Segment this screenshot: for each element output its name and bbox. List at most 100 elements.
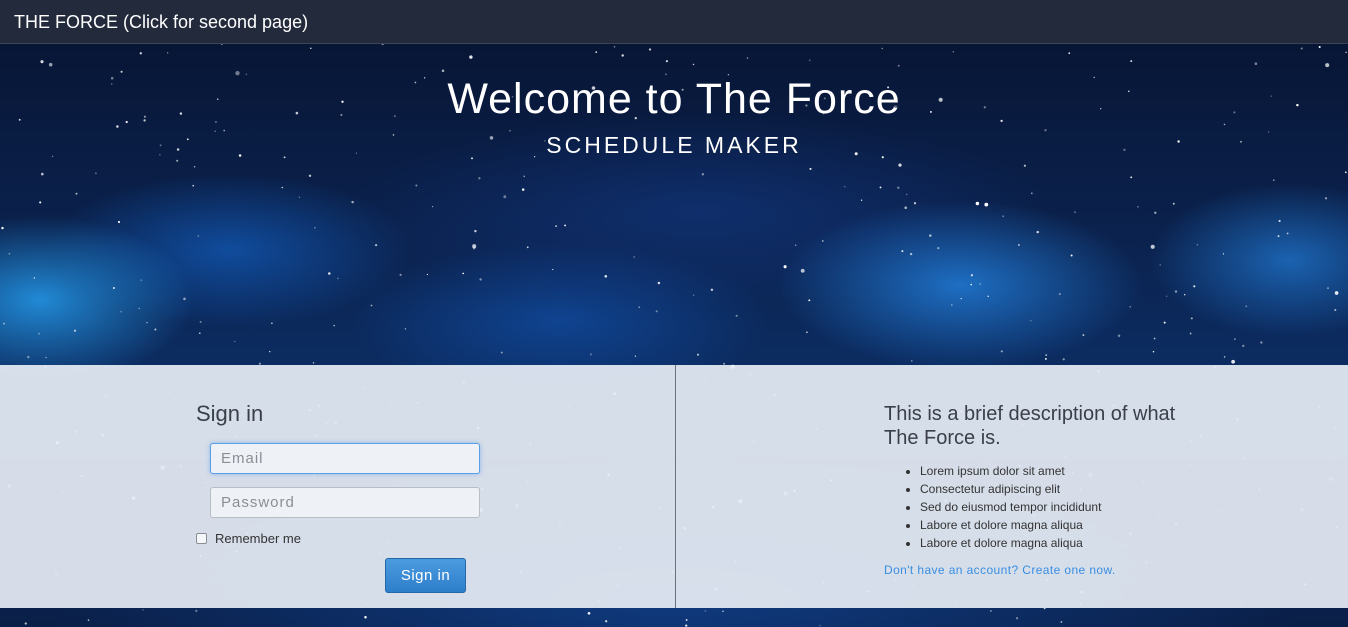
list-item: Labore et dolore magna aliqua <box>920 516 1101 534</box>
star <box>1163 321 1166 324</box>
star <box>621 54 624 57</box>
star <box>901 250 904 253</box>
star <box>281 186 284 189</box>
star <box>195 609 198 613</box>
star <box>1334 291 1339 295</box>
star <box>269 350 271 353</box>
star <box>370 304 373 307</box>
star <box>1060 620 1063 623</box>
star <box>805 331 808 334</box>
star <box>404 328 407 330</box>
star <box>432 206 434 208</box>
star <box>308 174 312 178</box>
star <box>374 243 378 247</box>
star <box>1286 232 1289 235</box>
star <box>1324 197 1328 200</box>
description-list: Lorem ipsum dolor sit amet Consectetur a… <box>884 462 1101 552</box>
star <box>911 360 913 362</box>
star <box>795 244 797 246</box>
star <box>905 193 908 196</box>
star <box>1234 338 1236 340</box>
star <box>75 192 78 195</box>
star <box>929 234 932 237</box>
star <box>1223 356 1226 358</box>
star <box>1129 306 1131 308</box>
star <box>146 322 148 324</box>
star <box>970 274 974 277</box>
star <box>1174 290 1178 293</box>
star <box>138 307 140 310</box>
star <box>167 52 169 54</box>
star <box>1030 192 1033 195</box>
star <box>462 272 465 275</box>
create-account-link[interactable]: Don't have an account? Create one now. <box>884 563 1116 577</box>
list-item: Lorem ipsum dolor sit amet <box>920 462 1101 480</box>
star <box>897 186 900 189</box>
star <box>3 322 6 325</box>
navbar: THE FORCE (Click for second page) <box>0 0 1348 44</box>
star <box>960 297 962 300</box>
star <box>139 52 142 55</box>
remember-me[interactable]: Remember me <box>196 531 301 546</box>
star <box>1345 51 1347 54</box>
star <box>364 615 367 619</box>
star <box>472 244 477 249</box>
star <box>120 70 123 73</box>
signin-button[interactable]: Sign in <box>385 558 466 593</box>
star <box>970 283 972 286</box>
star <box>1062 358 1065 361</box>
star <box>1166 295 1168 297</box>
list-item: Sed do eiusmod tempor incididunt <box>920 498 1101 516</box>
star <box>1070 254 1073 257</box>
star <box>605 620 608 623</box>
star <box>655 310 658 313</box>
star <box>314 227 316 229</box>
email-input[interactable] <box>210 443 480 474</box>
star <box>48 62 53 67</box>
star <box>665 60 668 63</box>
star <box>521 188 525 191</box>
brand-link[interactable]: THE FORCE (Click for second page) <box>14 11 308 33</box>
password-input[interactable] <box>210 487 480 518</box>
hero-title: Welcome to The Force <box>447 75 901 123</box>
star <box>722 610 724 613</box>
star <box>648 48 652 51</box>
star <box>41 172 44 176</box>
star <box>1045 354 1048 356</box>
star <box>950 304 953 306</box>
star <box>613 45 616 48</box>
star <box>221 43 223 46</box>
star <box>1172 202 1175 205</box>
star <box>328 272 331 275</box>
star <box>1153 337 1156 340</box>
star <box>87 619 90 621</box>
star <box>552 268 554 271</box>
star <box>1318 45 1321 49</box>
star <box>271 322 273 325</box>
remember-checkbox[interactable] <box>196 533 207 544</box>
star <box>808 299 811 302</box>
star <box>176 159 179 162</box>
star <box>39 201 42 204</box>
description-title: This is a brief description of what The … <box>884 403 1176 449</box>
star <box>990 610 992 612</box>
star <box>937 246 940 250</box>
star <box>897 64 900 67</box>
star <box>1082 334 1085 337</box>
star <box>1018 244 1020 246</box>
star <box>979 283 982 285</box>
star <box>1278 219 1281 223</box>
star <box>860 199 863 201</box>
star <box>503 195 507 199</box>
star <box>1222 253 1225 255</box>
star <box>1193 285 1196 288</box>
star <box>193 166 196 168</box>
star <box>1 226 4 230</box>
star <box>1273 179 1275 181</box>
star <box>116 125 119 128</box>
star <box>33 277 36 279</box>
star <box>1150 244 1155 249</box>
star <box>310 47 312 49</box>
star <box>142 609 144 611</box>
star <box>1152 350 1155 353</box>
